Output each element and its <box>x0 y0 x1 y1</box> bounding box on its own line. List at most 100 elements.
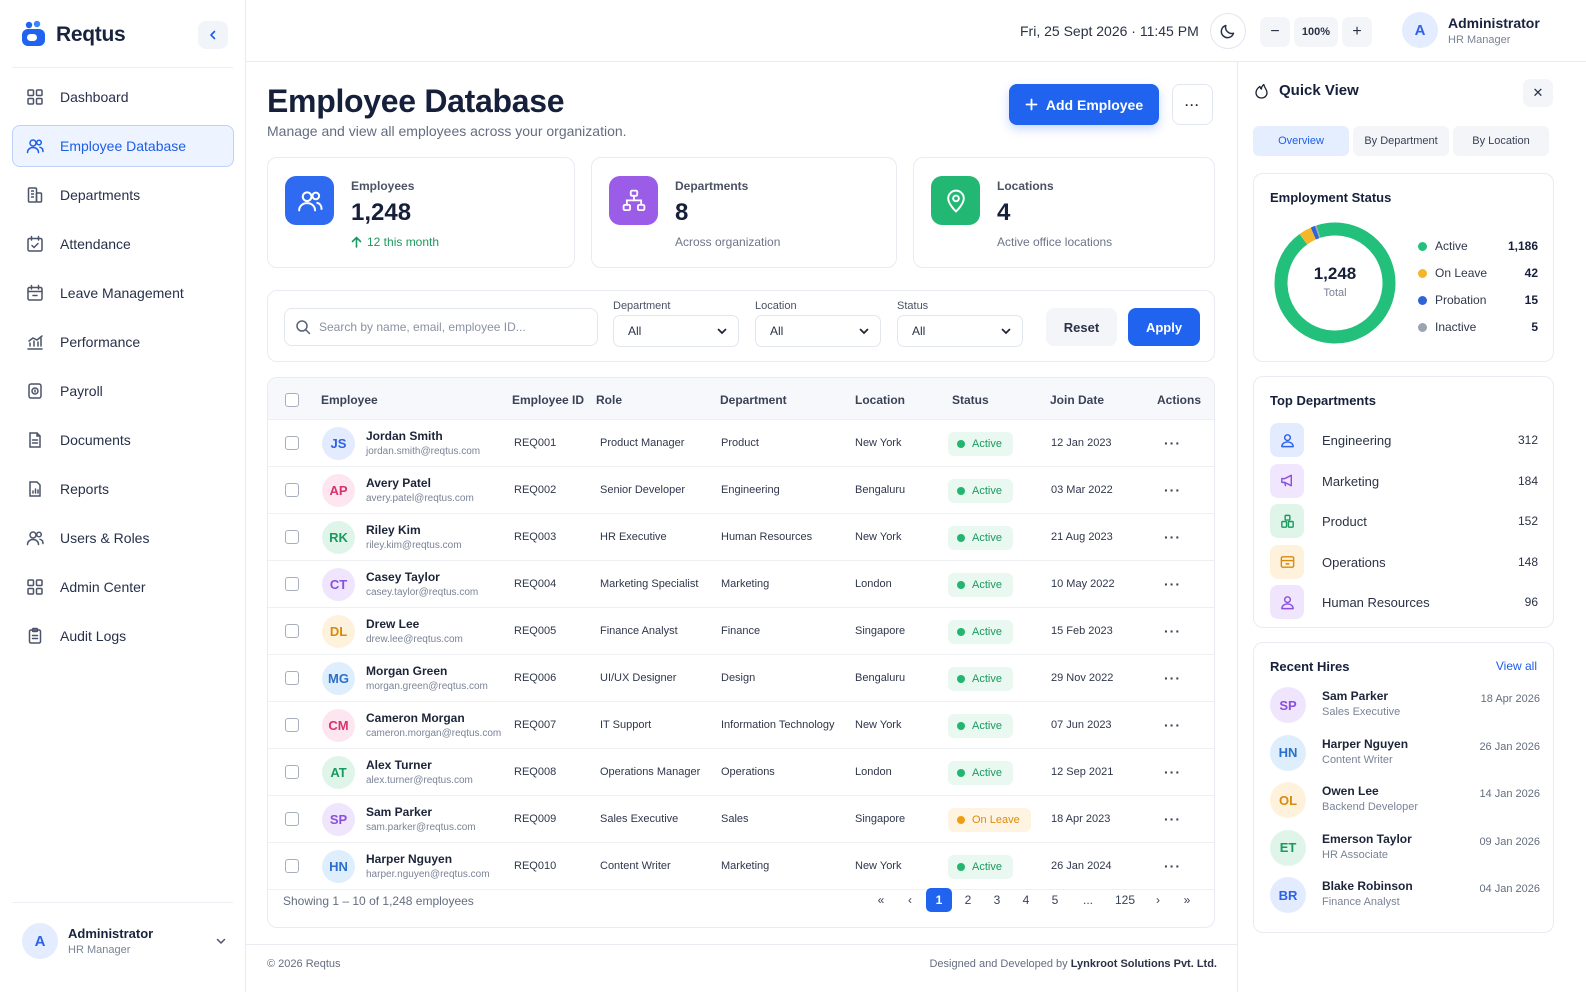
employee-name[interactable]: Casey Taylor <box>366 570 440 584</box>
row-checkbox[interactable] <box>285 624 299 638</box>
row-actions-button[interactable]: ··· <box>1164 670 1181 686</box>
search-input[interactable] <box>319 320 589 334</box>
sidebar-item-dashboard[interactable]: Dashboard <box>12 76 234 118</box>
row-actions-button[interactable]: ··· <box>1164 576 1181 592</box>
status-select[interactable]: All <box>897 315 1023 347</box>
row-checkbox[interactable] <box>285 812 299 826</box>
employee-name[interactable]: Morgan Green <box>366 664 447 678</box>
department-select[interactable]: All <box>613 315 739 347</box>
sidebar-item-employee-database[interactable]: Employee Database <box>12 125 234 167</box>
close-button[interactable]: ✕ <box>1523 79 1553 107</box>
tab-by-department[interactable]: By Department <box>1353 126 1449 156</box>
page-button[interactable]: 1 <box>926 888 952 912</box>
employee-name[interactable]: Harper Nguyen <box>366 852 452 866</box>
employee-name[interactable]: Cameron Morgan <box>366 711 465 725</box>
row-actions-button[interactable]: ··· <box>1164 623 1181 639</box>
row-checkbox[interactable] <box>285 483 299 497</box>
more-options-button[interactable]: ··· <box>1172 84 1213 125</box>
sidebar-item-users-roles[interactable]: Users & Roles <box>12 517 234 559</box>
top-user-menu[interactable]: A Administrator HR Manager <box>1402 12 1540 48</box>
page-button[interactable]: 2 <box>955 888 981 912</box>
recent-hire-item[interactable]: ET Emerson Taylor HR Associate 09 Jan 20… <box>1270 828 1540 868</box>
recent-hire-item[interactable]: OL Owen Lee Backend Developer 14 Jan 202… <box>1270 780 1540 820</box>
department-row[interactable]: Operations 148 <box>1270 544 1538 579</box>
row-checkbox[interactable] <box>285 765 299 779</box>
employee-name[interactable]: Sam Parker <box>366 805 432 819</box>
zoom-in-button[interactable]: + <box>1342 17 1372 47</box>
theme-toggle-button[interactable] <box>1210 13 1246 49</box>
column-header-department[interactable]: Department <box>720 393 787 407</box>
table-row[interactable]: SP Sam Parker sam.parker@reqtus.com REQ0… <box>268 796 1214 843</box>
sidebar-item-reports[interactable]: Reports <box>12 468 234 510</box>
table-row[interactable]: JS Jordan Smith jordan.smith@reqtus.com … <box>268 420 1214 467</box>
sidebar-item-departments[interactable]: Departments <box>12 174 234 216</box>
credit-company[interactable]: Lynkroot Solutions Pvt. Ltd. <box>1071 958 1217 970</box>
sidebar-item-admin-center[interactable]: Admin Center <box>12 566 234 608</box>
table-row[interactable]: AT Alex Turner alex.turner@reqtus.com RE… <box>268 749 1214 796</box>
employee-name[interactable]: Avery Patel <box>366 476 431 490</box>
user-role: HR Manager <box>1448 33 1511 46</box>
table-row[interactable]: RK Riley Kim riley.kim@reqtus.com REQ003… <box>268 514 1214 561</box>
recent-hire-item[interactable]: SP Sam Parker Sales Executive 18 Apr 202… <box>1270 685 1540 725</box>
employee-name[interactable]: Alex Turner <box>366 758 432 772</box>
recent-hire-item[interactable]: HN Harper Nguyen Content Writer 26 Jan 2… <box>1270 733 1540 773</box>
page-button[interactable]: 4 <box>1013 888 1039 912</box>
department-row[interactable]: Human Resources 96 <box>1270 585 1538 619</box>
last-page-button[interactable]: » <box>1174 888 1200 912</box>
row-checkbox[interactable] <box>285 718 299 732</box>
brand-logo[interactable]: Reqtus <box>20 18 126 52</box>
row-checkbox[interactable] <box>285 577 299 591</box>
sidebar-item-attendance[interactable]: Attendance <box>12 223 234 265</box>
view-all-link[interactable]: View all <box>1496 659 1537 673</box>
column-header-role[interactable]: Role <box>596 393 622 407</box>
tab-by-location[interactable]: By Location <box>1453 126 1549 156</box>
sidebar-collapse-button[interactable] <box>198 21 228 49</box>
row-actions-button[interactable]: ··· <box>1164 435 1181 451</box>
tab-overview[interactable]: Overview <box>1253 126 1349 156</box>
table-row[interactable]: DL Drew Lee drew.lee@reqtus.com REQ005 F… <box>268 608 1214 655</box>
sidebar-item-performance[interactable]: Performance <box>12 321 234 363</box>
recent-hire-item[interactable]: BR Blake Robinson Finance Analyst 04 Jan… <box>1270 875 1540 915</box>
table-row[interactable]: CT Casey Taylor casey.taylor@reqtus.com … <box>268 561 1214 608</box>
page-button[interactable]: 3 <box>984 888 1010 912</box>
row-actions-button[interactable]: ··· <box>1164 529 1181 545</box>
employee-name[interactable]: Drew Lee <box>366 617 419 631</box>
employee-name[interactable]: Riley Kim <box>366 523 421 537</box>
department-row[interactable]: Marketing 184 <box>1270 463 1538 498</box>
department-row[interactable]: Product 152 <box>1270 504 1538 538</box>
column-header-employee-id[interactable]: Employee ID <box>512 393 584 407</box>
table-row[interactable]: CM Cameron Morgan cameron.morgan@reqtus.… <box>268 702 1214 749</box>
sidebar-item-documents[interactable]: Documents <box>12 419 234 461</box>
column-header-location[interactable]: Location <box>855 393 905 407</box>
zoom-out-button[interactable]: − <box>1260 17 1290 47</box>
next-page-button[interactable]: › <box>1145 888 1171 912</box>
row-checkbox[interactable] <box>285 859 299 873</box>
row-actions-button[interactable]: ··· <box>1164 717 1181 733</box>
row-checkbox[interactable] <box>285 436 299 450</box>
location-select[interactable]: All <box>755 315 881 347</box>
row-checkbox[interactable] <box>285 671 299 685</box>
row-actions-button[interactable]: ··· <box>1164 482 1181 498</box>
page-button[interactable]: 5 <box>1042 888 1068 912</box>
column-header-join-date[interactable]: Join Date <box>1050 393 1104 407</box>
sidebar-user-menu[interactable]: A Administrator HR Manager <box>22 923 227 959</box>
sidebar-item-payroll[interactable]: Payroll <box>12 370 234 412</box>
prev-page-button[interactable]: ‹ <box>897 888 923 912</box>
add-employee-button[interactable]: Add Employee <box>1009 84 1159 125</box>
column-header-status[interactable]: Status <box>952 393 989 407</box>
row-checkbox[interactable] <box>285 530 299 544</box>
apply-button[interactable]: Apply <box>1128 308 1200 346</box>
employee-name[interactable]: Jordan Smith <box>366 429 443 443</box>
department-row[interactable]: Engineering 312 <box>1270 423 1538 457</box>
table-row[interactable]: AP Avery Patel avery.patel@reqtus.com RE… <box>268 467 1214 514</box>
row-actions-button[interactable]: ··· <box>1164 764 1181 780</box>
select-all-checkbox[interactable] <box>285 393 299 407</box>
first-page-button[interactable]: « <box>868 888 894 912</box>
reset-button[interactable]: Reset <box>1046 308 1117 346</box>
sidebar-item-leave-management[interactable]: Leave Management <box>12 272 234 314</box>
table-row[interactable]: MG Morgan Green morgan.green@reqtus.com … <box>268 655 1214 702</box>
page-button[interactable]: 125 <box>1108 888 1142 912</box>
row-actions-button[interactable]: ··· <box>1164 811 1181 827</box>
column-header-employee[interactable]: Employee <box>321 393 378 407</box>
sidebar-item-audit-logs[interactable]: Audit Logs <box>12 615 234 657</box>
